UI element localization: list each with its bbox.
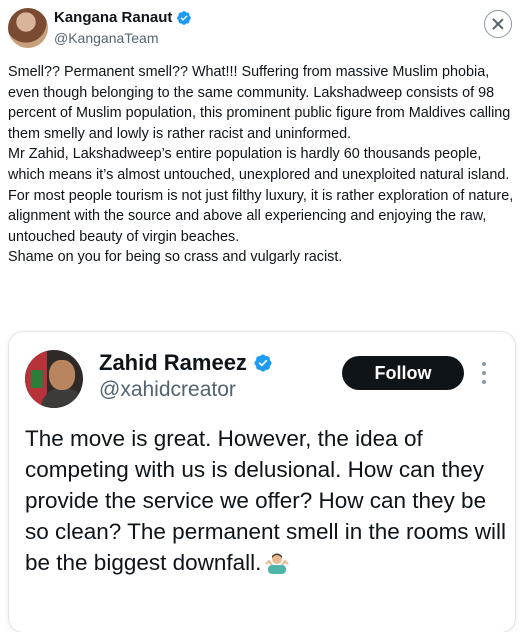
tweet-paragraph: Smell?? Permanent smell?? What!!! Suffer…: [8, 64, 511, 142]
flag-green: [31, 370, 43, 388]
quoted-author-name[interactable]: Zahid Rameez: [99, 350, 247, 376]
author-handle[interactable]: @KanganaTeam: [54, 30, 159, 46]
avatar-face: [49, 360, 75, 390]
author-avatar[interactable]: [8, 8, 48, 48]
verified-badge-icon: [177, 10, 192, 25]
avatar-shirt: [41, 388, 83, 408]
tweet-paragraph: Shame on you for being so crass and vulg…: [8, 249, 343, 266]
author-name-row: Kangana Ranaut: [54, 9, 192, 26]
quoted-tweet-text: The move is great. However, the idea of …: [25, 423, 511, 578]
tweet-paragraph: For most people tourism is not just filt…: [8, 187, 514, 245]
follow-button[interactable]: Follow: [342, 356, 464, 390]
quoted-name-row: Zahid Rameez: [99, 350, 273, 376]
close-button[interactable]: [484, 10, 512, 38]
verified-badge-icon: [254, 354, 272, 372]
tweet-paragraph: Mr Zahid, Lakshadweep’s entire populatio…: [8, 146, 510, 183]
author-name[interactable]: Kangana Ranaut: [54, 9, 172, 26]
tweet-header: Kangana Ranaut @KanganaTeam: [8, 6, 512, 50]
close-icon: [492, 18, 504, 30]
person-shrugging-emoji: [265, 553, 290, 574]
quoted-author-avatar[interactable]: [25, 350, 83, 408]
tweet-body: Smell?? Permanent smell?? What!!! Suffer…: [8, 62, 514, 268]
more-options-icon[interactable]: [481, 362, 487, 384]
quoted-author-handle[interactable]: @xahidcreator: [99, 378, 236, 402]
quoted-tweet-card[interactable]: Zahid Rameez @xahidcreator Follow The mo…: [9, 332, 515, 632]
